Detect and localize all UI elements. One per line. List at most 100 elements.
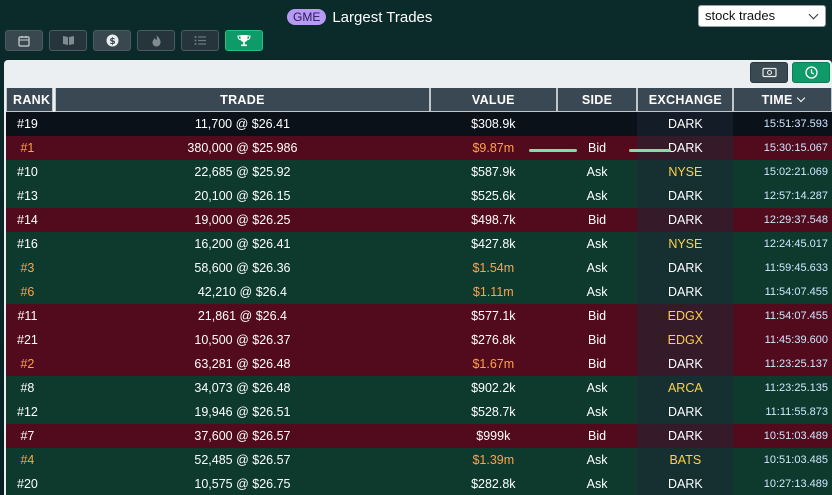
rank-cell: #6 [20, 285, 35, 299]
time-cell: 10:27:13.489 [763, 478, 828, 490]
value-cell: $902.2k [471, 381, 516, 395]
trade-cell: 63,281 @ $26.48 [194, 357, 291, 371]
col-header-rank[interactable]: RANK [6, 88, 53, 112]
trade-cell: 42,210 @ $26.4 [197, 285, 287, 299]
rank-cell: #1 [20, 141, 35, 155]
exchange-cell: DARK [637, 256, 734, 280]
time-sort-button[interactable] [792, 62, 830, 83]
chevron-down-icon [796, 93, 805, 103]
table-row[interactable]: #2 63,281 @ $26.48 $1.67m Bid DARK 11:23:25.1… [6, 352, 832, 376]
time-cell: 11:54:07.455 [764, 310, 828, 322]
col-header-trade[interactable]: TRADE [54, 88, 430, 112]
table-row[interactable]: #13 20,100 @ $26.15 $525.6k Ask DARK 12:57:14… [6, 184, 832, 208]
tab-list[interactable] [181, 30, 219, 51]
value-cell: $587.9k [471, 165, 516, 179]
value-cell: $1.67m [472, 357, 515, 371]
trade-cell: 11,700 @ $26.41 [194, 117, 291, 131]
app-header: GME Largest Trades stock trades $ [0, 0, 832, 58]
exchange-cell: DARK [637, 136, 734, 160]
table-row[interactable]: #6 42,210 @ $26.4 $1.11m Ask DARK 11:54:07.45… [6, 280, 832, 304]
col-header-exchange[interactable]: EXCHANGE [637, 88, 734, 112]
table-row[interactable]: #1 380,000 @ $25.986 $9.87m Bid DARK 15:30:15… [6, 136, 832, 160]
highlight-bar [529, 149, 577, 152]
value-cell: $9.87m [472, 141, 515, 155]
side-cell [557, 112, 638, 136]
value-cell: $1.54m [472, 261, 515, 275]
table-row[interactable]: #3 58,600 @ $26.36 $1.54m Ask DARK 11:59:45.6… [6, 256, 832, 280]
time-cell: 12:57:14.287 [763, 190, 828, 202]
value-sort-button[interactable] [750, 62, 788, 83]
table-row[interactable]: #10 22,685 @ $25.92 $587.9k Ask NYSE 15:02:21… [6, 160, 832, 184]
title-group: GME Largest Trades [287, 8, 432, 26]
col-header-time[interactable]: TIME [733, 88, 832, 112]
trade-cell: 21,861 @ $26.4 [197, 309, 287, 323]
rank-cell: #2 [20, 357, 35, 371]
side-cell: Ask [586, 165, 608, 179]
table-row[interactable]: #12 19,946 @ $26.51 $528.7k Ask DARK 11:11:55… [6, 400, 832, 424]
time-cell: 15:02:21.069 [763, 166, 828, 178]
panel-toolbar [750, 62, 830, 83]
value-cell: $525.6k [471, 189, 516, 203]
list-icon [194, 36, 206, 45]
side-cell: Ask [586, 381, 608, 395]
table-row[interactable]: #11 21,861 @ $26.4 $577.1k Bid EDGX 11:54:07.… [6, 304, 832, 328]
tab-flame[interactable] [137, 30, 175, 51]
trade-cell: 10,500 @ $26.37 [194, 333, 291, 347]
table-row[interactable]: #20 10,575 @ $26.75 $282.8k Ask DARK 10:27:13… [6, 472, 832, 495]
col-header-value[interactable]: VALUE [429, 88, 557, 112]
value-cell: $1.11m [472, 285, 514, 299]
table-row[interactable]: #16 16,200 @ $26.41 $427.8k Ask NYSE 12:24:45… [6, 232, 832, 256]
highlight-bar [629, 149, 671, 152]
trade-cell: 19,000 @ $26.25 [194, 213, 291, 227]
rank-cell: #3 [20, 261, 35, 275]
side-cell: Ask [586, 237, 608, 251]
tab-calendar[interactable] [5, 30, 43, 51]
rank-cell: #19 [17, 117, 38, 131]
side-cell: Bid [588, 213, 607, 227]
col-header-side[interactable]: SIDE [556, 88, 638, 112]
rank-cell: #13 [17, 189, 38, 203]
value-cell: $308.9k [471, 117, 516, 131]
rank-cell: #8 [20, 381, 35, 395]
value-cell: $498.7k [471, 213, 516, 227]
side-cell: Bid [588, 141, 607, 155]
time-cell: 11:11:55.873 [765, 406, 828, 418]
clock-icon [804, 66, 818, 79]
trades-panel: RANK TRADE VALUE SIDE EXCHANGE TIME #19 1… [4, 60, 832, 495]
time-cell: 15:30:15.067 [763, 142, 828, 154]
tab-trophy[interactable] [225, 30, 263, 51]
side-cell: Ask [586, 261, 608, 275]
value-cell: $999k [476, 429, 511, 443]
exchange-cell: NYSE [637, 160, 734, 184]
exchange-cell: EDGX [637, 328, 734, 352]
table-row[interactable]: #4 52,485 @ $26.57 $1.39m Ask BATS 10:51:03.4… [6, 448, 832, 472]
value-cell: $1.39m [472, 453, 515, 467]
side-cell: Ask [586, 453, 608, 467]
trade-cell: 380,000 @ $25.986 [187, 141, 298, 155]
book-icon [62, 36, 74, 45]
table-row[interactable]: #21 10,500 @ $26.37 $276.8k Bid EDGX 11:45:39… [6, 328, 832, 352]
exchange-cell: DARK [637, 208, 734, 232]
trade-type-select[interactable]: stock trades [698, 5, 826, 27]
trade-cell: 20,100 @ $26.15 [194, 189, 291, 203]
table-row[interactable]: #19 11,700 @ $26.41 $308.9k DARK 15:51:37.59… [6, 112, 832, 136]
table-row[interactable]: #14 19,000 @ $26.25 $498.7k Bid DARK 12:29:37… [6, 208, 832, 232]
side-cell: Ask [586, 189, 608, 203]
table-row[interactable]: #8 34,073 @ $26.48 $902.2k Ask ARCA 11:23:25.… [6, 376, 832, 400]
table-header: RANK TRADE VALUE SIDE EXCHANGE TIME [6, 88, 832, 112]
table-row[interactable]: #7 37,600 @ $26.57 $999k Bid DARK 10:51:03.48… [6, 424, 832, 448]
exchange-cell: ARCA [637, 376, 734, 400]
tab-dollar[interactable]: $ [93, 30, 131, 51]
flame-icon [152, 35, 161, 47]
money-icon [761, 67, 777, 78]
exchange-cell: DARK [637, 352, 734, 376]
exchange-cell: EDGX [637, 304, 734, 328]
rank-cell: #10 [17, 165, 38, 179]
tab-book[interactable] [49, 30, 87, 51]
col-header-time-label: TIME [761, 92, 793, 107]
exchange-cell: DARK [637, 280, 734, 304]
ticker-badge[interactable]: GME [287, 9, 327, 25]
time-cell: 12:29:37.548 [763, 214, 828, 226]
trophy-icon [237, 35, 251, 47]
rank-cell: #20 [17, 477, 38, 491]
